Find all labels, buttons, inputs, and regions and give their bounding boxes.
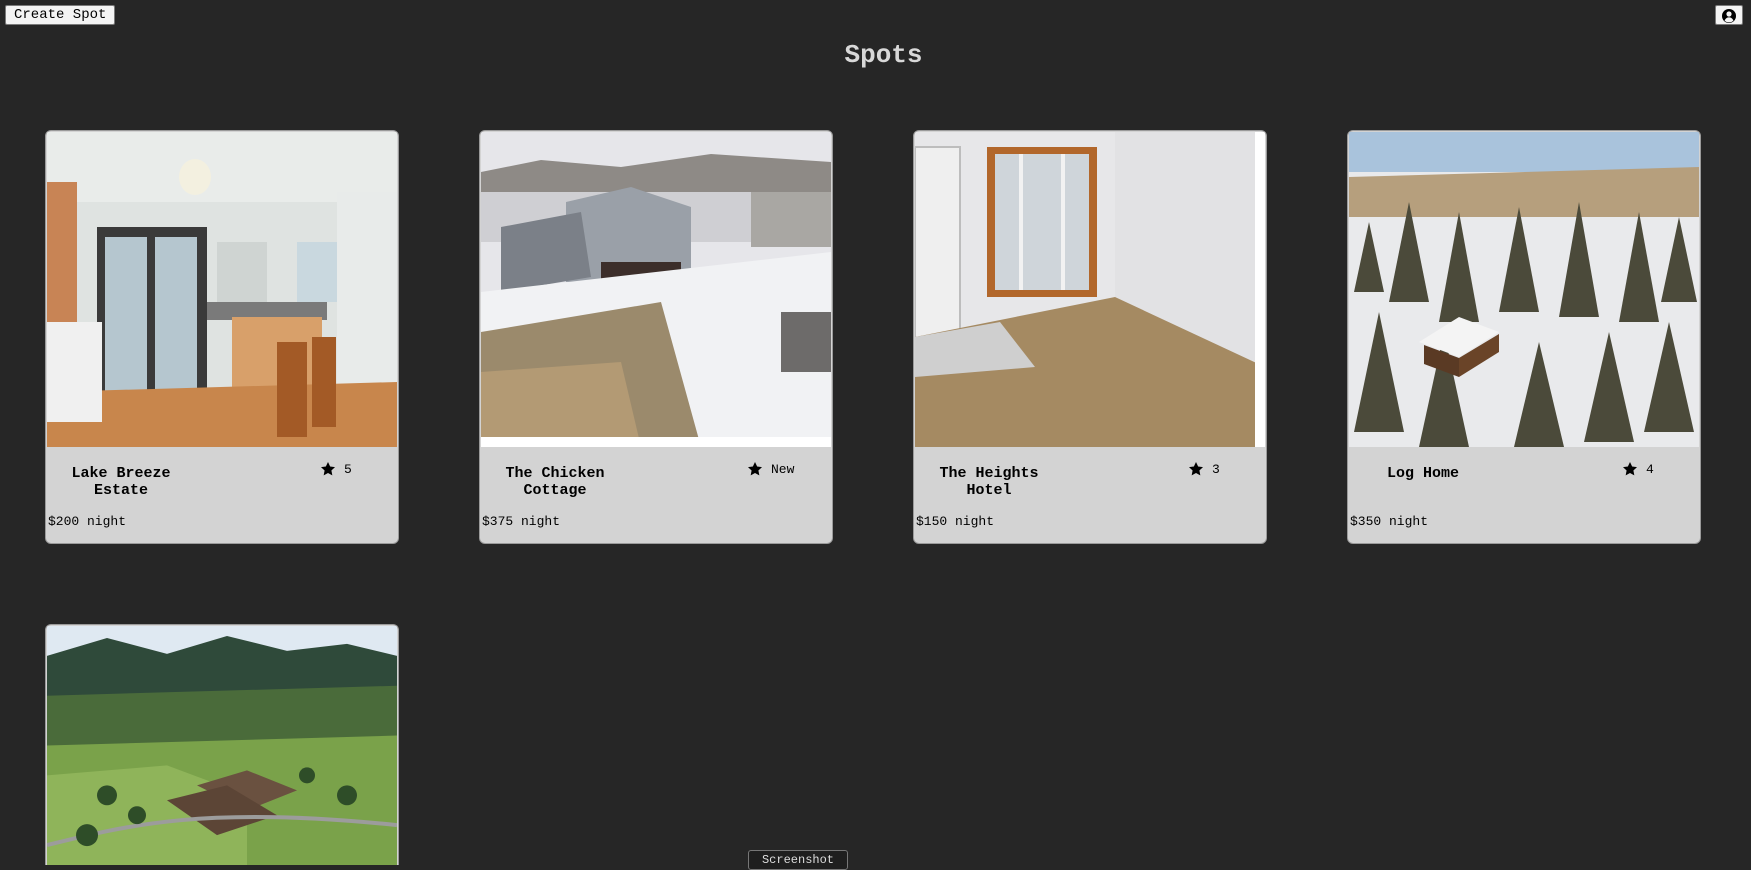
spot-image	[47, 132, 397, 447]
spot-image	[1349, 132, 1699, 447]
user-circle-icon	[1722, 8, 1736, 23]
spot-name: Log Home	[1386, 465, 1459, 482]
spot-image	[481, 132, 831, 447]
rating-value: 5	[344, 461, 352, 477]
star-icon	[1189, 462, 1203, 476]
rating-value: New	[771, 461, 795, 477]
spot-price: $200 night	[48, 514, 127, 529]
spot-rating: 4	[1622, 461, 1654, 477]
spot-price: $350 night	[1350, 514, 1429, 529]
spot-image	[47, 626, 397, 865]
spot-name: The Chicken Cottage	[505, 465, 605, 499]
star-icon	[1623, 462, 1637, 476]
profile-menu-button[interactable]	[1715, 5, 1743, 25]
spot-rating: 5	[320, 461, 352, 477]
spot-image	[915, 132, 1265, 447]
spot-card[interactable]	[45, 624, 399, 865]
spot-price: $150 night	[916, 514, 995, 529]
spot-card[interactable]: The Chicken Cottage New $375 night	[479, 130, 833, 544]
spot-card[interactable]: Lake Breeze Estate 5 $200 night	[45, 130, 399, 544]
rating-value: 3	[1212, 461, 1220, 477]
star-icon	[748, 462, 762, 476]
spot-rating: New	[747, 461, 794, 477]
spot-card[interactable]: The Heights Hotel 3 $150 night	[913, 130, 1267, 544]
spot-price: $375 night	[482, 514, 561, 529]
spot-rating: 3	[1188, 461, 1220, 477]
rating-value: 4	[1646, 461, 1654, 477]
spot-name: Lake Breeze Estate	[71, 465, 171, 499]
star-icon	[321, 462, 335, 476]
spot-card[interactable]: Log Home 4 $350 night	[1347, 130, 1701, 544]
page-title: Spots	[844, 40, 923, 70]
create-spot-button[interactable]: Create Spot	[5, 5, 116, 25]
screenshot-button[interactable]: Screenshot	[748, 850, 848, 870]
spot-name: The Heights Hotel	[939, 465, 1039, 499]
